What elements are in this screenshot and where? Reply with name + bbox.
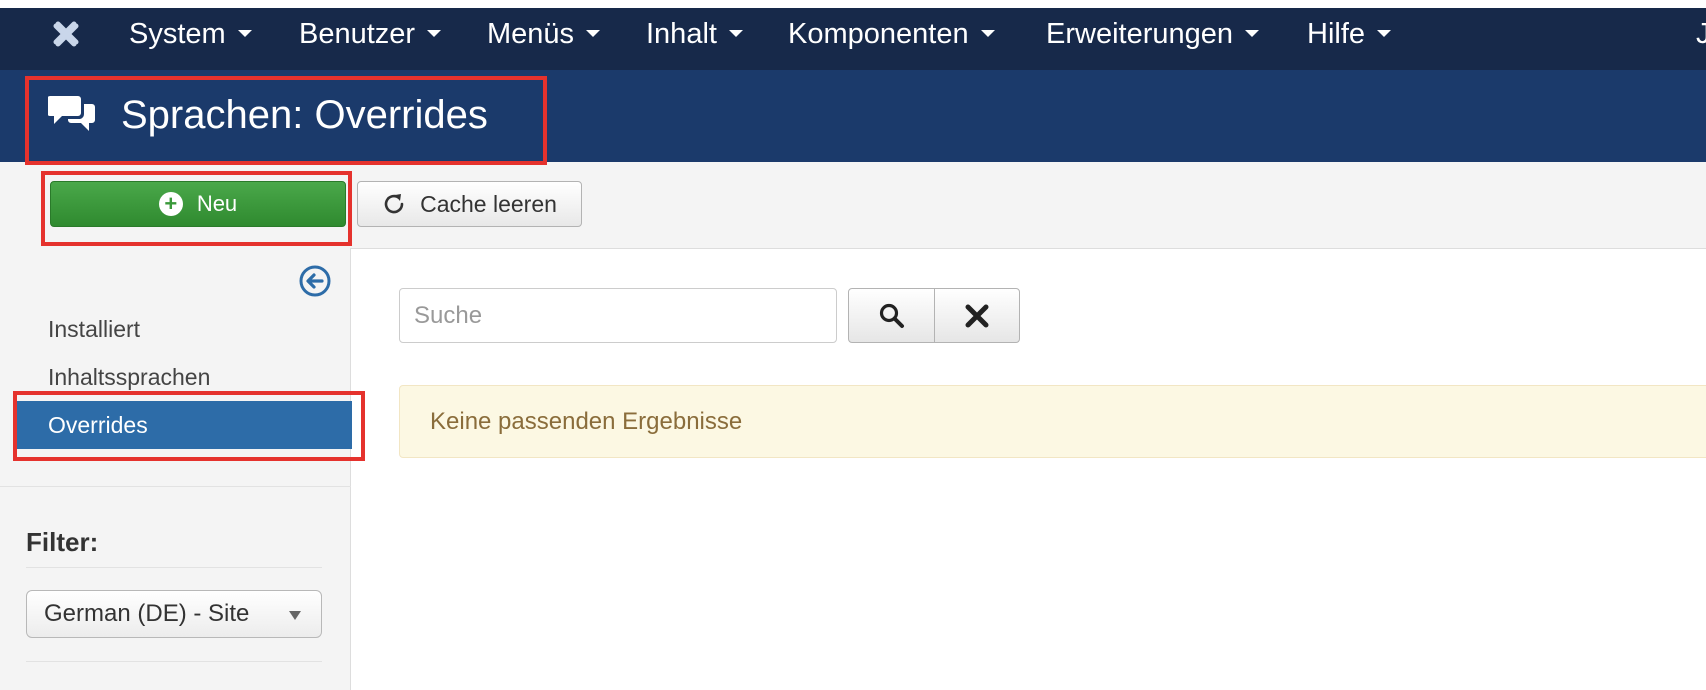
chevron-down-icon: [427, 29, 442, 37]
close-icon: [965, 304, 989, 327]
no-results-alert: Keine passenden Ergebnisse: [399, 385, 1706, 458]
nav-system-label: System: [129, 18, 226, 50]
clear-cache-label: Cache leeren: [420, 190, 557, 217]
nav-komponenten-label: Komponenten: [788, 18, 969, 50]
filter-divider: [26, 567, 322, 568]
highlight-overrides-item: [13, 391, 365, 461]
search-input[interactable]: [399, 288, 837, 343]
nav-benutzer-label: Benutzer: [299, 18, 416, 50]
filter-label: Filter:: [26, 527, 99, 557]
nav-erweiterungen[interactable]: Erweiterungen: [1046, 12, 1259, 56]
nav-menues-label: Menüs: [487, 18, 575, 50]
search-button[interactable]: [848, 288, 935, 343]
nav-hilfe-label: Hilfe: [1307, 18, 1366, 50]
dropdown-arrow-icon: [289, 611, 301, 620]
filter-divider-bottom: [26, 661, 322, 662]
nav-user-menu-partial[interactable]: J: [1696, 12, 1706, 56]
nav-komponenten[interactable]: Komponenten: [788, 12, 995, 56]
nav-erweiterungen-label: Erweiterungen: [1046, 18, 1233, 50]
nav-benutzer[interactable]: Benutzer: [299, 12, 442, 56]
refresh-icon: [384, 194, 404, 214]
highlight-title: [25, 76, 547, 165]
nav-system[interactable]: System: [129, 12, 252, 56]
joomla-logo-icon[interactable]: [46, 14, 86, 54]
sidebar-divider: [0, 486, 351, 487]
sidebar-item-inhaltssprachen[interactable]: Inhaltssprachen: [48, 362, 210, 392]
nav-inhalt-label: Inhalt: [646, 18, 717, 50]
nav-hilfe[interactable]: Hilfe: [1307, 12, 1392, 56]
nav-menues[interactable]: Menüs: [487, 12, 601, 56]
chevron-down-icon: [980, 29, 995, 37]
nav-inhalt[interactable]: Inhalt: [646, 12, 743, 56]
language-filter-value: German (DE) - Site: [44, 600, 250, 627]
arrow-left-circle-icon[interactable]: [298, 264, 332, 298]
chevron-down-icon: [1377, 29, 1392, 37]
sidebar-item-installiert[interactable]: Installiert: [48, 314, 140, 344]
chevron-down-icon: [1245, 29, 1259, 37]
highlight-new-button: [41, 171, 352, 246]
language-filter-select[interactable]: German (DE) - Site: [26, 590, 322, 638]
chevron-down-icon: [237, 29, 252, 37]
clear-cache-button[interactable]: Cache leeren: [357, 181, 582, 227]
chevron-down-icon: [586, 29, 601, 37]
search-icon: [879, 303, 904, 328]
chevron-down-icon: [728, 29, 743, 37]
clear-search-button[interactable]: [934, 288, 1020, 343]
